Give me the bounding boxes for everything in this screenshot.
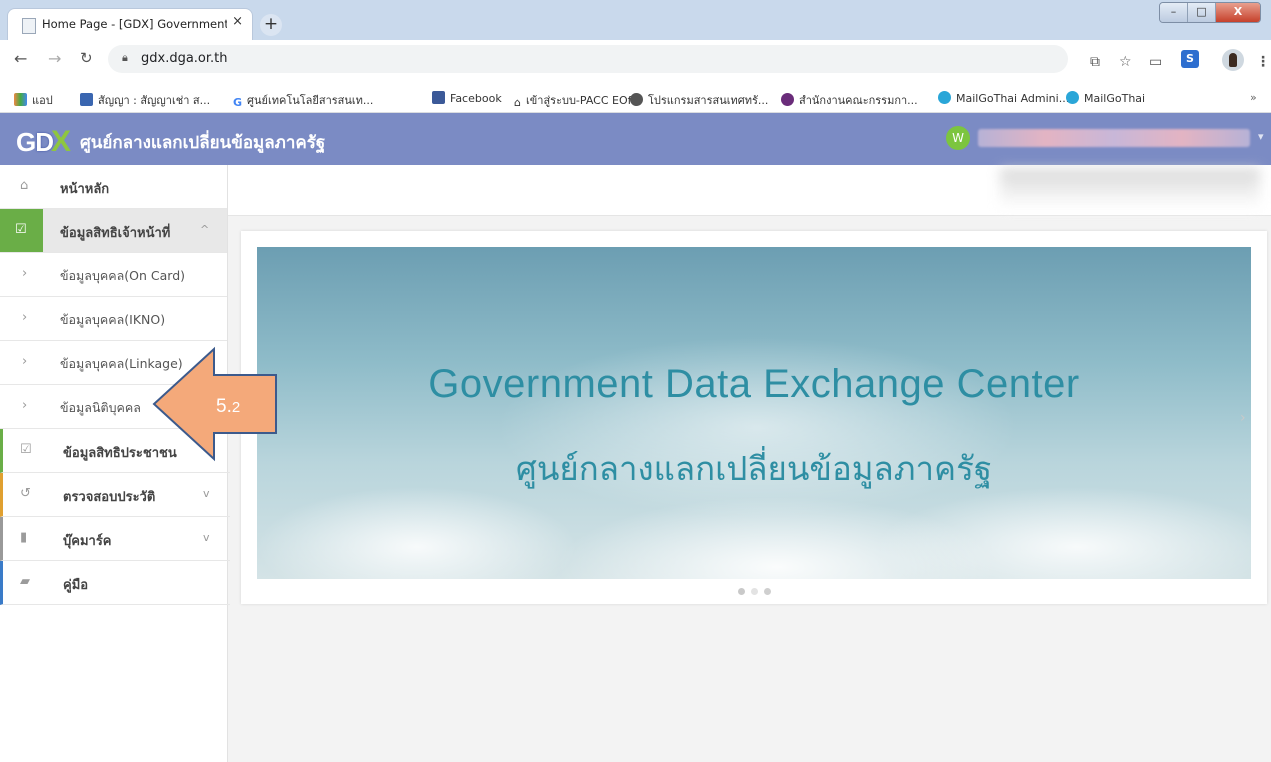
sidebar-item-label: ข้อมูลนิติบุคคล: [60, 400, 141, 415]
carousel-next-icon[interactable]: ›: [1240, 410, 1246, 426]
banner-title-en: Government Data Exchange Center: [428, 362, 1080, 406]
check-square-icon: ☑: [20, 442, 32, 457]
sidebar-item-person-oncard[interactable]: › ข้อมูลบุคคล(On Card): [0, 253, 227, 297]
tab-title: Home Page - [GDX] Government: [42, 17, 227, 31]
banner-title-th: ศูนย์กลางแลกเปลี่ยนข้อมูลภาครัฐ: [515, 449, 993, 488]
bookmark-apps[interactable]: แอป: [14, 91, 53, 109]
chevron-down-icon[interactable]: ▾: [1258, 130, 1264, 143]
browser-tab-bar: Home Page - [GDX] Government × + – □ X: [0, 0, 1271, 40]
book-icon: ▰: [20, 574, 30, 589]
chevron-right-icon: ›: [22, 398, 28, 413]
app-title: ศูนย์กลางแลกเปลี่ยนข้อมูลภาครัฐ: [80, 133, 326, 153]
sidebar: ⌂ หน้าหลัก ☑ ข้อมูลสิทธิเจ้าหน้าที่ ^ › …: [0, 165, 230, 762]
sidebar-item-history-check[interactable]: ↺ ตรวจสอบประวัติ v: [0, 473, 230, 517]
bookmark-item[interactable]: Facebook: [432, 91, 502, 105]
translate-icon[interactable]: ⧉: [1090, 54, 1100, 70]
sidebar-item-label: บุ๊คมาร์ค: [63, 534, 112, 549]
chevron-up-icon: ^: [200, 223, 210, 236]
logo-letter-x: X: [51, 125, 71, 158]
close-window-button[interactable]: X: [1216, 3, 1260, 22]
bookmark-item[interactable]: MailGoThai: [1066, 91, 1145, 105]
apps-icon: [14, 93, 27, 106]
user-avatar[interactable]: W: [946, 126, 970, 150]
home-icon: ⌂: [20, 178, 29, 193]
minimize-button[interactable]: –: [1160, 3, 1188, 22]
bookmark-item[interactable]: โปรแกรมสารสนเทศทรั...: [630, 91, 768, 109]
star-icon[interactable]: ☆: [1119, 54, 1132, 70]
sidebar-item-label: ข้อมูลสิทธิเจ้าหน้าที่: [60, 226, 171, 241]
menu-kebab-icon[interactable]: ⋮: [1256, 54, 1270, 70]
globe-icon: [630, 93, 643, 106]
chevron-down-icon: v: [203, 487, 210, 500]
extension-s-icon[interactable]: S: [1181, 50, 1199, 68]
chevron-right-icon: ›: [22, 266, 28, 281]
sidebar-item-label: ข้อมูลบุคคล(IKNO): [60, 312, 166, 327]
history-icon: ↺: [20, 486, 31, 501]
page-favicon-icon: [22, 18, 36, 34]
chevron-right-icon: ›: [22, 310, 28, 325]
seal-icon: [781, 93, 794, 106]
lock-icon: 🔒︎: [122, 51, 128, 64]
google-icon: G: [233, 96, 243, 109]
mail-icon: [1066, 91, 1079, 104]
annotation-label: 5.2: [216, 396, 241, 417]
user-name-redacted[interactable]: [978, 129, 1250, 147]
sidebar-item-label: ข้อมูลบุคคล(On Card): [60, 268, 185, 283]
app-header: GDX ศูนย์กลางแลกเปลี่ยนข้อมูลภาครัฐ W ▾: [0, 113, 1271, 165]
carousel-dot[interactable]: [750, 588, 758, 595]
home-icon: ⌂: [514, 96, 521, 109]
bookmarks-overflow-icon[interactable]: »: [1250, 91, 1257, 104]
bookmark-item[interactable]: G ศูนย์เทคโนโลยีสารสนเท...: [233, 91, 373, 109]
close-tab-icon[interactable]: ×: [232, 14, 243, 29]
mail-icon: [938, 91, 951, 104]
bookmark-item[interactable]: ⌂ เข้าสู่ระบบ-PACC EOf...: [514, 91, 641, 109]
gdx-logo[interactable]: GDX: [16, 125, 71, 159]
carousel-dot[interactable]: [763, 588, 771, 595]
banner-carousel[interactable]: Government Data Exchange Center ศูนย์กลา…: [257, 247, 1251, 579]
check-square-icon: ☑: [15, 222, 27, 237]
url-field[interactable]: 🔒︎ gdx.dga.or.th: [108, 45, 1068, 73]
maximize-button[interactable]: □: [1188, 3, 1216, 22]
carousel-dot[interactable]: [737, 588, 745, 595]
sidebar-item-person-ikno[interactable]: › ข้อมูลบุคคล(IKNO): [0, 297, 227, 341]
redacted-blur: [1000, 168, 1260, 208]
banner-card: Government Data Exchange Center ศูนย์กลา…: [241, 231, 1267, 604]
cast-icon[interactable]: ▭: [1149, 54, 1162, 70]
sheet-icon: [80, 93, 93, 106]
bookmark-icon: ▮: [20, 530, 28, 545]
back-arrow-icon[interactable]: ←: [14, 49, 27, 68]
bookmarks-bar: แอป สัญญา : สัญญาเช่า ส... G ศูนย์เทคโนโล…: [0, 84, 1271, 113]
new-tab-button[interactable]: +: [260, 14, 282, 36]
logo-letter-g: G: [16, 127, 36, 157]
bookmark-item[interactable]: สำนักงานคณะกรรมกา...: [781, 91, 918, 109]
sidebar-item-bookmark[interactable]: ▮ บุ๊คมาร์ค v: [0, 517, 230, 561]
bookmark-item[interactable]: MailGoThai Admini...: [938, 91, 1069, 105]
reload-icon[interactable]: ↻: [80, 49, 93, 67]
sidebar-item-officer-rights[interactable]: ☑ ข้อมูลสิทธิเจ้าหน้าที่ ^: [0, 209, 227, 253]
sidebar-item-label: คู่มือ: [63, 578, 89, 593]
carousel-dots: [241, 584, 1267, 598]
facebook-icon: [432, 91, 445, 104]
address-bar: ← → ↻ 🔒︎ gdx.dga.or.th ⧉ ☆ ▭ S ⋮: [0, 40, 1271, 84]
browser-tab[interactable]: Home Page - [GDX] Government ×: [8, 9, 252, 40]
window-controls: – □ X: [1159, 2, 1261, 23]
annotation-arrow: [152, 346, 277, 462]
forward-arrow-icon[interactable]: →: [48, 49, 61, 68]
sidebar-item-label: หน้าหลัก: [60, 182, 110, 197]
sidebar-item-label: ตรวจสอบประวัติ: [63, 490, 156, 505]
profile-avatar-icon[interactable]: [1222, 49, 1244, 71]
chevron-right-icon: ›: [22, 354, 28, 369]
sidebar-item-home[interactable]: ⌂ หน้าหลัก: [0, 165, 227, 209]
sidebar-item-manual[interactable]: ▰ คู่มือ: [0, 561, 230, 605]
url-text: gdx.dga.or.th: [141, 51, 228, 66]
bookmark-item[interactable]: สัญญา : สัญญาเช่า ส...: [80, 91, 210, 109]
chevron-down-icon: v: [203, 531, 210, 544]
